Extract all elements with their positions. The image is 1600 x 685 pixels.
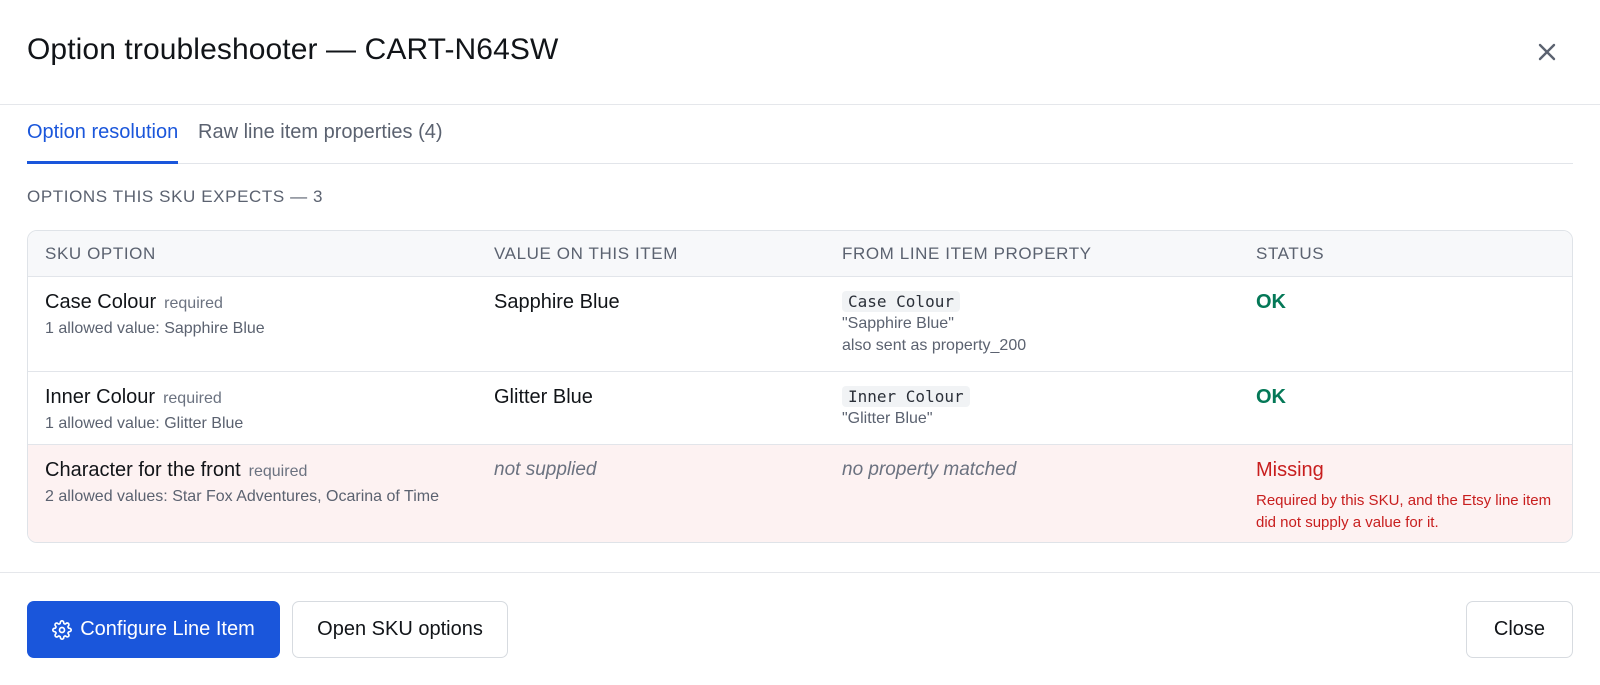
option-troubleshooter-dialog: Option troubleshooter — CART-N64SW Optio…	[0, 0, 1600, 685]
column-header-property: FROM LINE ITEM PROPERTY	[842, 244, 1092, 263]
status-explanation: Required by this SKU, and the Etsy line …	[1256, 492, 1552, 531]
required-tag: required	[248, 463, 308, 480]
allowed-values: 1 allowed value: Glitter Blue	[45, 415, 244, 432]
table-row: Inner Colour required 1 allowed value: Gl…	[28, 372, 1572, 445]
option-name: Case Colour	[45, 291, 157, 313]
property-key: Inner Colour	[842, 386, 970, 407]
property-value: "Sapphire Blue"	[842, 315, 954, 332]
item-value-missing: not supplied	[494, 459, 597, 480]
sku-option-cell: Inner Colour required 1 allowed value: Gl…	[45, 386, 243, 434]
column-header-status: STATUS	[1256, 244, 1325, 263]
gear-icon	[52, 619, 73, 640]
dialog-footer: Configure Line Item Open SKU options Clo…	[0, 572, 1600, 685]
allowed-values: 1 allowed value: Sapphire Blue	[45, 320, 265, 337]
value-cell: not supplied	[494, 459, 596, 481]
column-header-sku-option: SKU OPTION	[45, 244, 156, 263]
required-tag: required	[164, 295, 223, 312]
item-value: Sapphire Blue	[494, 291, 620, 313]
property-key: Case Colour	[842, 291, 960, 312]
options-table: SKU OPTION VALUE ON THIS ITEM FROM LINE …	[27, 230, 1573, 543]
close-dialog-button[interactable]	[1531, 36, 1563, 68]
configure-line-item-label: Configure Line Item	[80, 618, 255, 640]
property-cell: Inner Colour "Glitter Blue"	[842, 386, 970, 429]
option-name: Character for the front	[45, 459, 241, 481]
tab-bar: Option resolution Raw line item properti…	[27, 108, 1573, 164]
status-ok: OK	[1256, 291, 1286, 313]
status-ok: OK	[1256, 386, 1286, 408]
section-heading: OPTIONS THIS SKU EXPECTS — 3	[27, 187, 324, 206]
configure-line-item-button[interactable]: Configure Line Item	[27, 601, 280, 658]
status-cell: Missing Required by this SKU, and the Et…	[1256, 459, 1556, 534]
status-cell: OK	[1256, 386, 1286, 409]
dialog-title: Option troubleshooter — CART-N64SW	[27, 33, 559, 66]
sku-option-cell: Case Colour required 1 allowed value: Sap…	[45, 291, 265, 339]
tab-raw-line-item-properties[interactable]: Raw line item properties (4)	[198, 121, 443, 164]
close-icon	[1538, 43, 1556, 61]
required-tag: required	[163, 390, 222, 407]
value-cell: Glitter Blue	[494, 386, 593, 409]
close-button[interactable]: Close	[1466, 601, 1573, 658]
table-header: SKU OPTION VALUE ON THIS ITEM FROM LINE …	[28, 231, 1572, 277]
property-value: "Glitter Blue"	[842, 410, 933, 427]
property-cell: no property matched	[842, 459, 1016, 481]
dialog-header: Option troubleshooter — CART-N64SW	[0, 0, 1600, 105]
property-cell: Case Colour "Sapphire Blue" also sent as…	[842, 291, 1026, 356]
allowed-values: 2 allowed values: Star Fox Adventures, O…	[45, 488, 439, 505]
sku-option-cell: Character for the front required 2 allowe…	[45, 459, 439, 507]
table-row: Case Colour required 1 allowed value: Sap…	[28, 277, 1572, 372]
table-row-missing: Character for the front required 2 allowe…	[28, 445, 1572, 542]
column-header-value: VALUE ON THIS ITEM	[494, 244, 678, 263]
status-cell: OK	[1256, 291, 1286, 314]
tab-option-resolution[interactable]: Option resolution	[27, 121, 179, 164]
option-name: Inner Colour	[45, 386, 156, 408]
property-missing: no property matched	[842, 459, 1017, 480]
property-note: also sent as property_200	[842, 337, 1027, 354]
value-cell: Sapphire Blue	[494, 291, 620, 314]
status-missing: Missing	[1256, 459, 1324, 481]
item-value: Glitter Blue	[494, 386, 593, 408]
open-sku-options-button[interactable]: Open SKU options	[292, 601, 508, 658]
